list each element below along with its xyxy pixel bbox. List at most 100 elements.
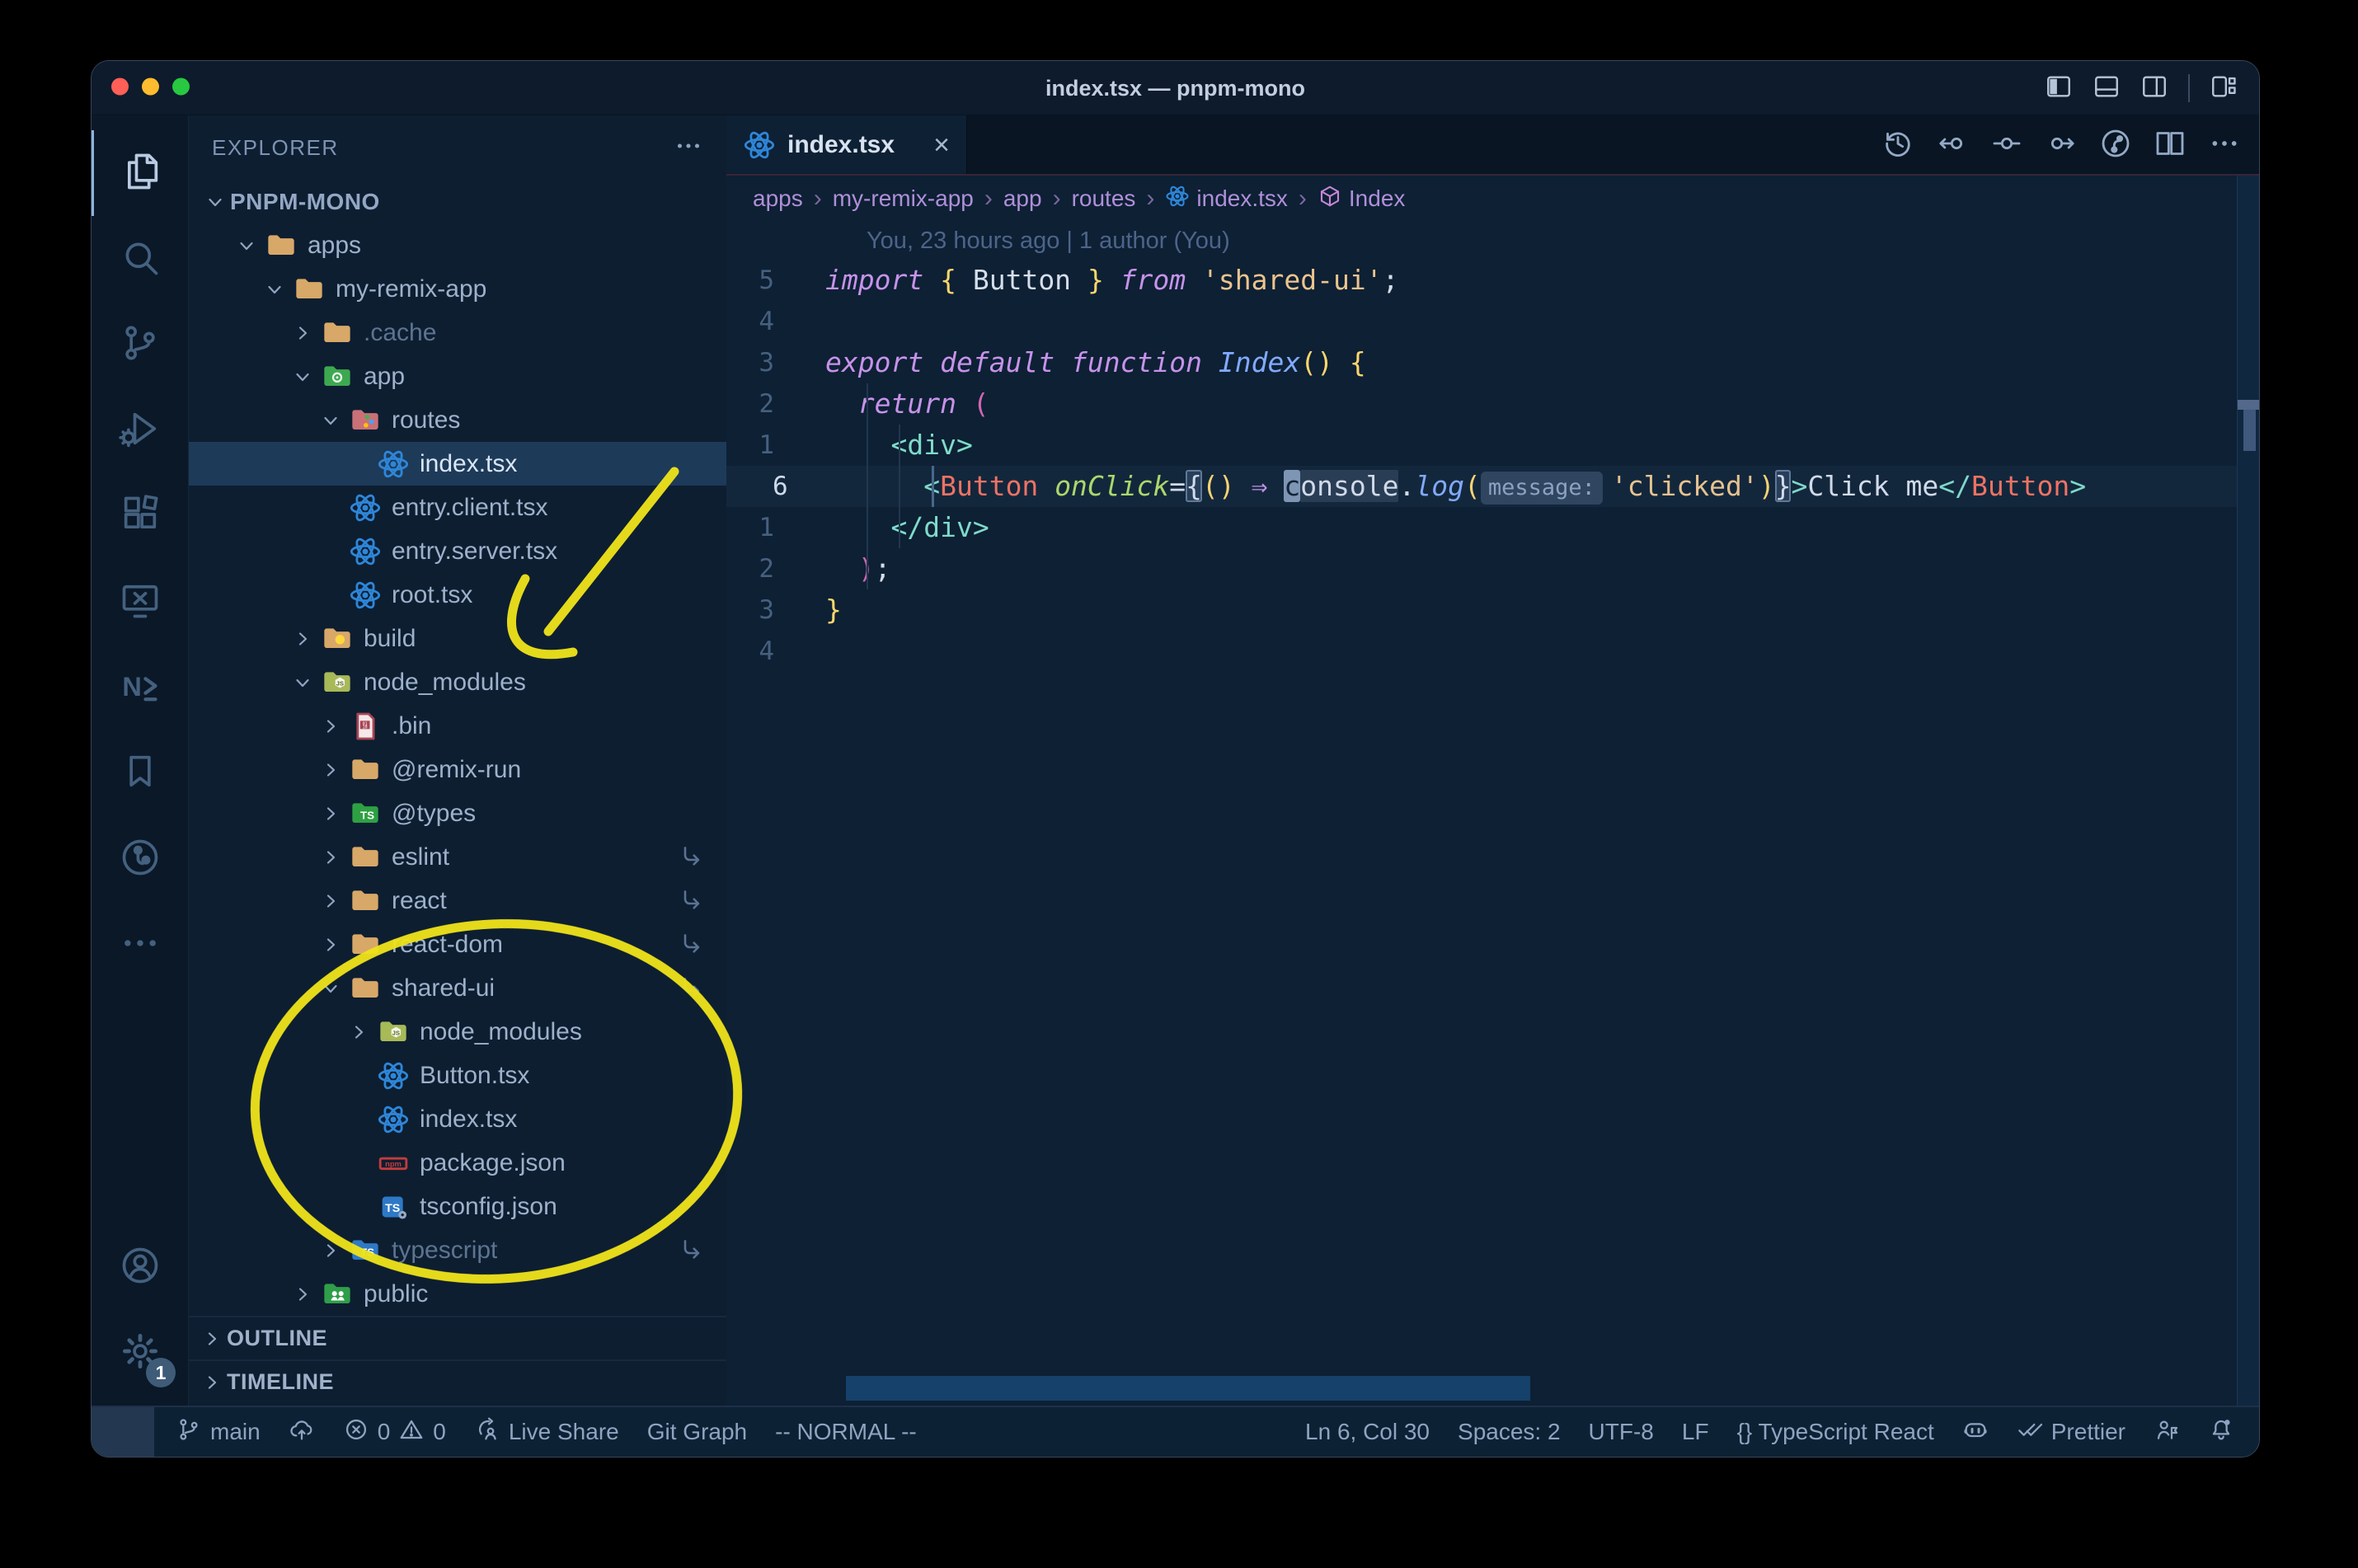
activity-bar-item-gitlens[interactable] (92, 816, 189, 902)
tree-item-entry.server.tsx[interactable]: entry.server.tsx (189, 529, 726, 573)
toggle-primary-sidebar-icon[interactable] (2045, 73, 2073, 105)
tree-item-eslint[interactable]: eslint (189, 835, 726, 879)
line-number[interactable]: 2 (726, 383, 825, 425)
toggle-panel-icon[interactable] (2093, 73, 2121, 105)
horizontal-scrollbar[interactable] (846, 1376, 1530, 1401)
tree-item-package.json[interactable]: npm package.json (189, 1141, 726, 1185)
activity-bar-item-nx-console[interactable]: N (92, 645, 189, 730)
tree-item-@types[interactable]: TS @types (189, 791, 726, 835)
toggle-secondary-sidebar-icon[interactable] (2140, 73, 2168, 105)
breadcrumb-item-apps[interactable]: apps (753, 185, 803, 212)
customize-layout-icon[interactable] (2210, 73, 2238, 105)
minimap-thumb-stem[interactable] (2243, 410, 2256, 451)
code-line[interactable]: 2 return ( (726, 383, 2237, 425)
tree-item-node_modules[interactable]: JS node_modules (189, 1010, 726, 1054)
tree-item-root.tsx[interactable]: root.tsx (189, 573, 726, 617)
code-line[interactable]: 1 </div> (726, 507, 2237, 548)
status-item-live-share[interactable]: Live Share (474, 1407, 619, 1457)
status-item-sync-changes[interactable] (289, 1407, 315, 1457)
status-item-notifications[interactable] (2208, 1407, 2234, 1457)
titlebar[interactable]: index.tsx — pnpm-mono (92, 61, 2259, 115)
line-number[interactable]: 1 (726, 507, 825, 548)
tree-item-app[interactable]: app (189, 354, 726, 398)
more-actions-icon[interactable] (2208, 127, 2241, 164)
activity-bar-item-remote-explorer[interactable] (92, 559, 189, 645)
tree-item-@remix-run[interactable]: @remix-run (189, 748, 726, 791)
status-item-copilot[interactable] (1962, 1407, 1989, 1457)
tree-item-.cache[interactable]: .cache (189, 311, 726, 354)
tree-item-react-dom[interactable]: react-dom (189, 922, 726, 966)
breadcrumb-item-my-remix-app[interactable]: my-remix-app (833, 185, 974, 212)
sidebar-section-timeline[interactable]: TIMELINE (189, 1359, 726, 1403)
current-change-icon[interactable] (1990, 127, 2023, 164)
tree-item-apps[interactable]: apps (189, 223, 726, 267)
minimap-scrollbar[interactable] (2237, 176, 2259, 1407)
tree-item-public[interactable]: public (189, 1272, 726, 1316)
status-item-feedback[interactable] (2154, 1407, 2180, 1457)
line-number[interactable]: 1 (726, 425, 825, 466)
tab-index-tsx[interactable]: index.tsx × (726, 115, 967, 174)
activity-bar-item-bookmarks[interactable] (92, 730, 189, 816)
status-item-eol[interactable]: LF (1682, 1407, 1709, 1457)
tree-item-typescript[interactable]: TS typescript (189, 1228, 726, 1272)
close-tab-icon[interactable]: × (933, 131, 950, 159)
tree-item-build[interactable]: build (189, 617, 726, 660)
line-number[interactable]: 5 (726, 260, 825, 301)
split-editor-icon[interactable] (2154, 127, 2187, 164)
code-line[interactable]: 4 (726, 631, 2237, 672)
breadcrumb-item-index.tsx[interactable]: index.tsx (1165, 184, 1288, 214)
line-number[interactable]: 3 (726, 589, 825, 631)
tree-item-index.tsx[interactable]: index.tsx (189, 442, 726, 486)
activity-bar-item-extensions[interactable] (92, 473, 189, 559)
line-number[interactable]: 2 (726, 548, 825, 589)
tree-item-Button.tsx[interactable]: Button.tsx (189, 1054, 726, 1097)
breadcrumb-item-Index[interactable]: Index (1318, 184, 1405, 214)
activity-bar-item-source-control[interactable] (92, 302, 189, 387)
sidebar-more-actions-icon[interactable] (674, 131, 703, 165)
breadcrumb-item-routes[interactable]: routes (1072, 185, 1136, 212)
tree-item-entry.client.tsx[interactable]: entry.client.tsx (189, 486, 726, 529)
status-item-vim-mode[interactable]: -- NORMAL -- (775, 1407, 917, 1457)
timeline-history-icon[interactable] (1881, 127, 1914, 164)
code-line[interactable]: 2 ); (726, 548, 2237, 589)
tree-item-shared-ui[interactable]: shared-ui (189, 966, 726, 1010)
code-editor[interactable]: You, 23 hours ago | 1 author (You) 5 impo… (726, 222, 2237, 1407)
tree-item-my-remix-app[interactable]: my-remix-app (189, 267, 726, 311)
status-item-git-graph[interactable]: Git Graph (647, 1407, 747, 1457)
activity-bar-item-accounts[interactable] (92, 1224, 189, 1310)
status-item-cursor-position[interactable]: Ln 6, Col 30 (1305, 1407, 1430, 1457)
status-item-formatter[interactable]: Prettier (2017, 1407, 2125, 1457)
sidebar-section-outline[interactable]: OUTLINE (189, 1316, 726, 1359)
status-item-language-mode[interactable]: {} TypeScript React (1737, 1407, 1934, 1457)
code-line[interactable]: 4 (726, 301, 2237, 342)
breadcrumb-item-app[interactable]: app (1003, 185, 1042, 212)
code-line[interactable]: 3 export default function Index() { (726, 342, 2237, 383)
activity-bar-item-search[interactable] (92, 216, 189, 302)
tree-item-tsconfig.json[interactable]: TS tsconfig.json (189, 1185, 726, 1228)
activity-bar-item-additional-views[interactable] (92, 902, 189, 988)
tree-item-.bin[interactable]: 01 10 .bin (189, 704, 726, 748)
code-line[interactable]: 5 import { Button } from 'shared-ui'; (726, 260, 2237, 301)
status-item-encoding[interactable]: UTF-8 (1589, 1407, 1654, 1457)
tree-root-pnpm-mono[interactable]: PNPM-MONO (189, 180, 726, 223)
tree-item-react[interactable]: react (189, 879, 726, 922)
status-item-git-branch[interactable]: main (176, 1407, 261, 1457)
next-change-icon[interactable] (2045, 127, 2078, 164)
file-history-graph-icon[interactable] (2099, 127, 2132, 164)
activity-bar-item-run-and-debug[interactable] (92, 387, 189, 473)
line-number[interactable]: 4 (726, 631, 825, 672)
minimap-thumb[interactable] (2238, 400, 2259, 410)
previous-change-icon[interactable] (1936, 127, 1969, 164)
activity-bar-item-explorer[interactable] (92, 130, 189, 216)
status-item-problems[interactable]: 00 (343, 1407, 446, 1457)
status-item-indentation[interactable]: Spaces: 2 (1458, 1407, 1561, 1457)
activity-bar-item-settings[interactable]: 1 (92, 1310, 189, 1396)
line-number[interactable]: 3 (726, 342, 825, 383)
remote-indicator[interactable] (92, 1407, 154, 1457)
tree-item-index.tsx[interactable]: index.tsx (189, 1097, 726, 1141)
code-line[interactable]: 3} (726, 589, 2237, 631)
tree-item-node_modules[interactable]: JS node_modules (189, 660, 726, 704)
code-line[interactable]: 1 <div> (726, 425, 2237, 466)
line-number[interactable]: 4 (726, 301, 825, 342)
tree-item-routes[interactable]: routes (189, 398, 726, 442)
